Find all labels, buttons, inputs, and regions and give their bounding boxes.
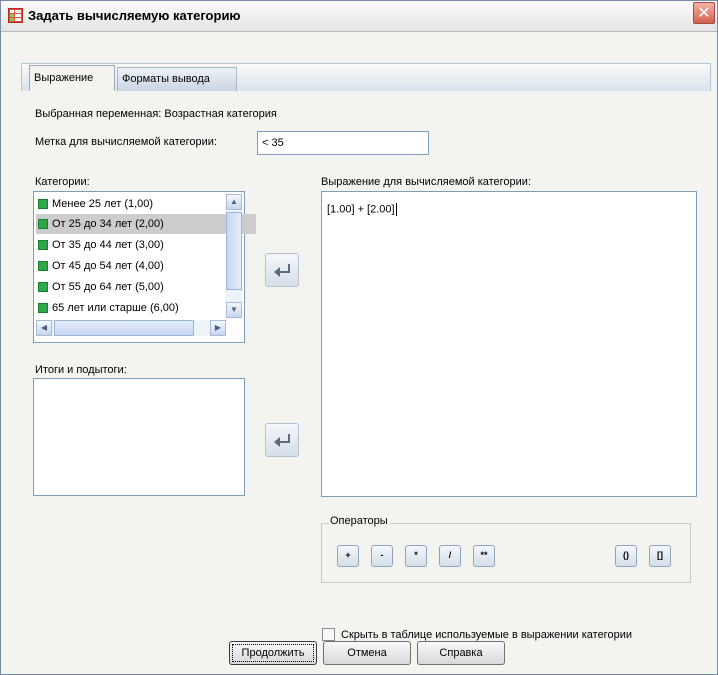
category-label-caption: Метка для вычисляемой категории: xyxy=(35,136,217,148)
selected-variable-text: Выбранная переменная: Возрастная категор… xyxy=(35,108,277,120)
vertical-scrollbar[interactable]: ▲ ▼ xyxy=(226,194,242,318)
move-to-expression-button[interactable] xyxy=(265,253,299,287)
list-item[interactable]: От 45 до 54 лет (4,00) xyxy=(36,256,164,276)
tab-output-formats[interactable]: Форматы вывода xyxy=(117,67,237,91)
text-caret xyxy=(395,203,397,216)
category-icon xyxy=(38,303,48,313)
category-icon xyxy=(38,199,48,209)
tab-expression[interactable]: Выражение xyxy=(29,65,115,91)
list-item-label: Менее 25 лет (1,00) xyxy=(52,198,154,210)
hide-categories-label: Скрыть в таблице используемые в выражени… xyxy=(341,629,632,641)
horizontal-scrollbar[interactable]: ◀ ▶ xyxy=(36,320,226,336)
scroll-right-icon[interactable]: ▶ xyxy=(210,320,226,336)
list-item-label: От 25 до 34 лет (2,00) xyxy=(52,218,164,230)
title-bar: Задать вычисляемую категорию ✕ xyxy=(1,1,717,32)
list-item[interactable]: Менее 25 лет (1,00) xyxy=(36,194,153,214)
scroll-left-icon[interactable]: ◀ xyxy=(36,320,52,336)
window-title: Задать вычисляемую категорию xyxy=(28,8,241,23)
table-icon xyxy=(8,8,23,23)
categories-list[interactable]: Менее 25 лет (1,00) От 25 до 34 лет (2,0… xyxy=(33,191,256,343)
arrow-left-icon xyxy=(274,434,290,447)
multiply-button[interactable]: * xyxy=(405,545,427,567)
scroll-down-icon[interactable]: ▼ xyxy=(226,302,242,318)
scroll-up-icon[interactable]: ▲ xyxy=(226,194,242,210)
cancel-button[interactable]: Отмена xyxy=(323,641,411,665)
list-item-label: От 45 до 54 лет (4,00) xyxy=(52,260,164,272)
expression-editor[interactable]: [1.00] + [2.00] xyxy=(321,191,697,497)
totals-caption: Итоги и подытоги: xyxy=(35,364,127,376)
categories-caption: Категории: xyxy=(35,176,90,188)
power-button[interactable]: ** xyxy=(473,545,495,567)
brackets-button[interactable]: [] xyxy=(649,545,671,567)
category-icon xyxy=(38,282,48,292)
help-button[interactable]: Справка xyxy=(417,641,505,665)
move-total-to-expression-button[interactable] xyxy=(265,423,299,457)
operators-caption: Операторы xyxy=(329,515,389,527)
list-item[interactable]: От 25 до 34 лет (2,00) xyxy=(36,214,256,234)
expression-caption: Выражение для вычисляемой категории: xyxy=(321,176,532,188)
category-label-input[interactable]: < 35 xyxy=(257,131,429,155)
close-button[interactable]: ✕ xyxy=(693,2,715,24)
divide-button[interactable]: / xyxy=(439,545,461,567)
arrow-left-icon xyxy=(274,264,290,277)
category-icon xyxy=(38,261,48,271)
scroll-thumb[interactable] xyxy=(226,212,242,290)
plus-button[interactable]: + xyxy=(337,545,359,567)
list-item[interactable]: От 55 до 64 лет (5,00) xyxy=(36,277,164,297)
parentheses-button[interactable]: () xyxy=(615,545,637,567)
minus-button[interactable]: - xyxy=(371,545,393,567)
dialog-window: Задать вычисляемую категорию ✕ Выражение… xyxy=(0,0,718,675)
list-item-label: От 35 до 44 лет (3,00) xyxy=(52,239,164,251)
list-item-label: 65 лет или старше (6,00) xyxy=(52,302,179,314)
list-item-label: От 55 до 64 лет (5,00) xyxy=(52,281,164,293)
hide-categories-checkbox[interactable] xyxy=(322,628,335,641)
expression-text: [1.00] + [2.00] xyxy=(327,203,395,216)
continue-button[interactable]: Продолжить xyxy=(229,641,317,665)
list-item[interactable]: 65 лет или старше (6,00) xyxy=(36,298,179,318)
category-icon xyxy=(38,219,48,229)
totals-list[interactable] xyxy=(33,378,245,496)
list-item[interactable]: От 35 до 44 лет (3,00) xyxy=(36,235,164,255)
category-icon xyxy=(38,240,48,250)
close-icon: ✕ xyxy=(697,5,711,22)
scroll-thumb[interactable] xyxy=(54,320,194,336)
